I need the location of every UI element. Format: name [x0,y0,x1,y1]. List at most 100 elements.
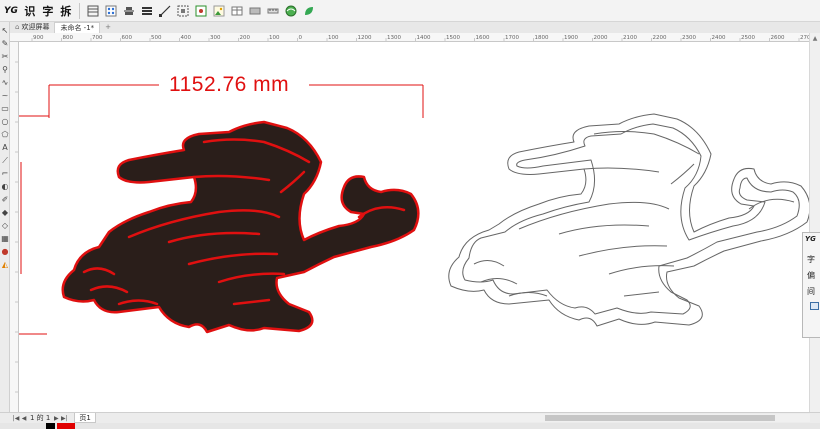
horizontal-ruler[interactable]: 900 800 700 600 500 400 300 200 100 0 100 1200 1300 1… [10,33,810,42]
red-swatch[interactable] [57,423,75,429]
ellipse-icon[interactable]: ○ [0,115,10,128]
ruler-tick-label: 100 [328,35,339,41]
text-properties-panel[interactable]: YG 字 偏 间 [802,232,820,338]
ruler-tick-label: 1900 [564,35,578,41]
fill-icon[interactable]: ◆ [0,206,10,219]
drawing-canvas[interactable]: 1152.76 mm [19,42,809,412]
tab-untitled-1[interactable]: 未命名 -1* [54,22,101,33]
node-icon[interactable] [193,3,209,19]
ruler-tick-label: 1200 [358,35,372,41]
artistic-media-icon[interactable]: ~ [0,89,10,102]
ruler-tick-label: 300 [210,35,221,41]
table-icon[interactable] [229,3,245,19]
ruler-icon[interactable] [265,3,281,19]
ruler-tick-label: 2600 [771,35,785,41]
interactive-fill-icon[interactable]: ◭ [0,258,10,271]
transparency-icon[interactable]: ▦ [0,232,10,245]
toolbar-separator [78,2,80,19]
polygon-icon[interactable]: ⬠ [0,128,10,141]
freehand-icon[interactable]: ∿ [0,76,10,89]
ruler-tick-label: 2000 [594,35,608,41]
zoom-icon[interactable]: ⚲ [0,63,10,76]
color-status-bar [0,423,820,429]
ruler-tick-label: 2500 [741,35,755,41]
ruler-tick-label: 500 [151,35,162,41]
connector-icon[interactable]: ⌐ [0,167,10,180]
distribute-icon[interactable] [139,3,155,19]
ruler-tick-label: 1700 [505,35,519,41]
page-navigation-bar: |◀ ◀ 1 的 1 ▶ ▶| 页1 [0,412,820,423]
ruler-tick-label: 700 [92,35,103,41]
ruler-tick-label: 2400 [712,35,726,41]
vertical-dimension-line[interactable] [19,162,47,335]
lobster-outline[interactable] [448,113,809,327]
new-tab-button[interactable]: + [100,22,116,33]
ruler-tick-label: 0 [299,35,303,41]
prev-page-icon[interactable]: ◀ [20,415,28,422]
page-tab-1[interactable]: 页1 [74,413,96,423]
text-button[interactable]: 字 [40,2,56,20]
globe-icon[interactable] [283,3,299,19]
dimension-icon[interactable]: ⟋ [0,154,10,167]
panel-title: YG [805,235,816,243]
dimension-label[interactable]: 1152.76 mm [169,73,289,97]
crop-icon[interactable]: ✂ [0,50,10,63]
pattern-icon[interactable] [247,3,263,19]
ruler-ticks: 900 800 700 600 500 400 300 200 100 0 100 1200 1300 1… [31,35,810,41]
vertical-scrollbar[interactable]: ▲ [809,33,820,413]
group-icon[interactable] [175,3,191,19]
document-tabs: ⌂ 欢迎屏幕 未命名 -1* + [0,22,820,33]
ruler-tick-label: 1600 [476,35,490,41]
vertical-ruler-ticks [15,61,18,393]
node-edit-icon[interactable]: ✎ [0,37,10,50]
ruler-tick-label: 200 [240,35,251,41]
eyedropper-icon[interactable]: ✐ [0,193,10,206]
pick-tool-icon[interactable]: ↖ [0,24,10,37]
ruler-tick-label: 100 [269,35,280,41]
leaf-icon[interactable] [301,3,317,19]
horizontal-scrollbar[interactable] [430,414,810,422]
rectangle-icon[interactable]: ▭ [0,102,10,115]
tool-strip: ↖ ✎ ✂ ⚲ ∿ ~ ▭ ○ ⬠ A ⟋ ⌐ ◐ ✐ ◆ ◇ ▦ ● ◭ [0,22,10,422]
last-page-icon[interactable]: ▶| [60,415,68,422]
main-toolbar: YG 识 字 拆 [0,0,820,22]
line-icon[interactable] [157,3,173,19]
ruler-tick-label: 2200 [653,35,667,41]
app-window: YG 识 字 拆 ⌂ 欢迎屏幕 未命名 -1* + ↖ ✎ ✂ ⚲ ∿ ~ ▭ … [0,0,820,429]
ruler-tick-label: 1800 [535,35,549,41]
vertical-ruler[interactable] [10,42,19,412]
panel-row-offset[interactable]: 偏 [803,267,820,283]
text-tool-icon[interactable]: A [0,141,10,154]
tab-label: 未命名 -1* [60,23,95,32]
tab-welcome-screen[interactable]: ⌂ 欢迎屏幕 [10,22,54,33]
page-counter: 1 的 1 [30,414,51,422]
ruler-tick-label: 2300 [682,35,696,41]
horizontal-scroll-thumb[interactable] [545,415,775,421]
dots-icon[interactable] [103,3,119,19]
ruler-tick-label: 600 [122,35,133,41]
lobster-filled[interactable] [61,120,420,334]
home-icon: ⌂ [15,23,20,31]
panel-row-font[interactable]: 字 [803,251,820,267]
blend-icon[interactable]: ◐ [0,180,10,193]
artwork [19,84,809,335]
black-swatch[interactable] [46,423,55,429]
ruler-tick-label: 800 [63,35,74,41]
ruler-tick-label: 1500 [446,35,460,41]
break-apart-button[interactable]: 拆 [58,2,74,20]
ruler-tick-label: 2100 [623,35,637,41]
align-icon[interactable] [121,3,137,19]
next-page-icon[interactable]: ▶ [52,415,60,422]
color-icon[interactable]: ● [0,245,10,258]
recognize-button[interactable]: 识 [22,2,38,20]
scroll-up-icon[interactable]: ▲ [810,33,820,43]
ruler-tick-label: 900 [33,35,44,41]
logo-button[interactable]: YG [2,2,20,20]
first-page-icon[interactable]: |◀ [12,415,20,422]
panel-row-spacing[interactable]: 间 [803,283,820,299]
image-icon[interactable] [211,3,227,19]
panel-checkbox[interactable] [810,302,819,310]
outline-icon[interactable]: ◇ [0,219,10,232]
ruler-tick-label: 1300 [387,35,401,41]
grid-icon[interactable] [85,3,101,19]
